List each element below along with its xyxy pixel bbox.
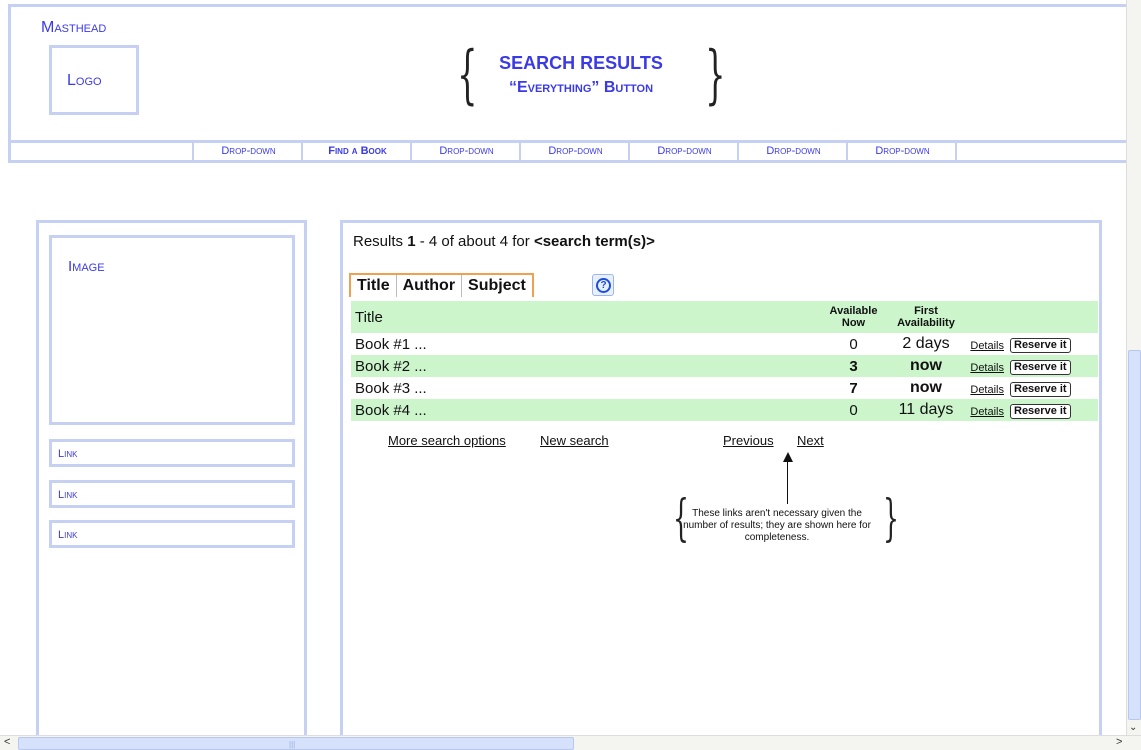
sidebar-link-label: Link: [58, 448, 78, 460]
header-available-line1: Available: [829, 305, 878, 317]
results-prefix: Results: [353, 233, 408, 250]
annotation-arrow-line: [787, 458, 788, 504]
results-panel: Results 1 - 4 of about 4 for <search ter…: [340, 220, 1102, 740]
tab-title[interactable]: Title: [351, 275, 397, 297]
nav-item-dropdown-6[interactable]: Drop-down: [850, 143, 957, 160]
results-table: Title Available Now First Availability B…: [351, 301, 1098, 421]
nav-spacer: [11, 143, 194, 160]
vertical-scrollbar[interactable]: ⌄: [1126, 0, 1141, 735]
nav-item-dropdown-2[interactable]: Drop-down: [414, 143, 521, 160]
arrow-down-icon[interactable]: ⌄: [1129, 722, 1137, 733]
grip-icon: |||: [289, 740, 296, 749]
sidebar: Image Link Link Link: [36, 220, 307, 740]
results-start: 1: [407, 233, 416, 250]
available-count: 0: [849, 401, 858, 419]
row-title[interactable]: Book #2 ...: [351, 355, 816, 377]
table-row: Book #4 ... 0 11 days Details Reserve it: [351, 399, 1098, 421]
everything-button-label: “Everything” Button: [508, 79, 654, 96]
first-availability: now: [910, 357, 942, 374]
help-icon[interactable]: ?: [592, 274, 614, 296]
reserve-button[interactable]: Reserve it: [1010, 404, 1071, 419]
masthead-label: Masthead: [41, 19, 107, 36]
table-row: Book #1 ... 0 2 days Details Reserve it: [351, 333, 1098, 355]
arrow-up-icon: [783, 452, 793, 462]
row-title[interactable]: Book #3 ...: [351, 377, 816, 399]
nav-bar: Drop-down Find a Book Drop-down Drop-dow…: [8, 140, 1141, 163]
table-row: Book #3 ... 7 now Details Reserve it: [351, 377, 1098, 399]
table-header: Title Available Now First Availability: [351, 301, 1098, 333]
logo[interactable]: Logo: [49, 45, 139, 115]
first-availability: 11 days: [898, 401, 954, 418]
nav-item-dropdown-1[interactable]: Drop-down: [196, 143, 303, 160]
row-first: 11 days: [891, 399, 961, 421]
results-range: - 4 of about 4 for: [415, 233, 534, 250]
results-summary: Results 1 - 4 of about 4 for <search ter…: [353, 233, 655, 250]
header-first-availability: First Availability: [891, 301, 961, 333]
nav-item-find-a-book[interactable]: Find a Book: [305, 143, 412, 160]
first-availability: now: [910, 379, 942, 396]
vertical-scroll-thumb[interactable]: [1128, 350, 1141, 720]
right-brace: }: [705, 38, 726, 112]
row-available: 3: [816, 355, 891, 377]
sidebar-link-label: Link: [58, 489, 78, 501]
logo-label: Logo: [67, 72, 102, 89]
row-available: 0: [816, 399, 891, 421]
details-link[interactable]: Details: [970, 340, 1004, 352]
header-available-line2: Now: [841, 317, 866, 329]
right-brace: }: [882, 489, 899, 547]
nav-item-dropdown-4[interactable]: Drop-down: [632, 143, 739, 160]
row-available: 7: [816, 377, 891, 399]
available-count: 3: [849, 357, 858, 375]
new-search-link[interactable]: New search: [540, 433, 609, 448]
masthead: Masthead Logo { SEARCH RESULTS “Everythi…: [8, 4, 1141, 140]
header-available: Available Now: [816, 301, 891, 333]
arrow-left-icon[interactable]: <: [4, 736, 10, 748]
details-link[interactable]: Details: [970, 362, 1004, 374]
sidebar-link-1[interactable]: Link: [49, 439, 295, 467]
row-title[interactable]: Book #1 ...: [351, 333, 816, 355]
arrow-right-icon[interactable]: >: [1116, 736, 1122, 748]
header-first-line1: First: [914, 305, 938, 317]
image-label: Image: [68, 258, 105, 275]
row-first: now: [891, 355, 961, 377]
search-results-area[interactable]: { SEARCH RESULTS “Everything” Button }: [457, 43, 725, 115]
nav-item-dropdown-5[interactable]: Drop-down: [741, 143, 848, 160]
tab-author[interactable]: Author: [397, 275, 463, 297]
next-link[interactable]: Next: [797, 433, 824, 448]
details-link[interactable]: Details: [970, 384, 1004, 396]
horizontal-scroll-thumb[interactable]: |||: [18, 737, 574, 750]
reserve-button[interactable]: Reserve it: [1010, 338, 1071, 353]
horizontal-scrollbar[interactable]: < ||| >: [0, 735, 1141, 750]
previous-link[interactable]: Previous: [723, 433, 774, 448]
nav-item-dropdown-3[interactable]: Drop-down: [523, 143, 630, 160]
available-count: 0: [849, 335, 858, 353]
page: Masthead Logo { SEARCH RESULTS “Everythi…: [0, 0, 1141, 750]
row-first: now: [891, 377, 961, 399]
header-title: Title: [351, 301, 816, 333]
tab-subject[interactable]: Subject: [462, 275, 532, 297]
row-available: 0: [816, 333, 891, 355]
first-availability: 2 days: [902, 335, 950, 352]
reserve-button[interactable]: Reserve it: [1010, 360, 1071, 375]
available-count: 7: [849, 379, 858, 397]
search-tabs: Title Author Subject: [349, 273, 534, 297]
sidebar-link-2[interactable]: Link: [49, 480, 295, 508]
table-row: Book #2 ... 3 now Details Reserve it: [351, 355, 1098, 377]
search-term: <search term(s)>: [533, 233, 655, 250]
row-first: 2 days: [891, 333, 961, 355]
search-results-title: SEARCH RESULTS: [499, 53, 663, 73]
row-title[interactable]: Book #4 ...: [351, 399, 816, 421]
details-link[interactable]: Details: [970, 406, 1004, 418]
annotation-note: These links aren't necessary given the n…: [683, 508, 871, 543]
more-search-options-link[interactable]: More search options: [388, 433, 506, 448]
reserve-button[interactable]: Reserve it: [1010, 382, 1071, 397]
header-first-line2: Availability: [897, 317, 955, 329]
sidebar-link-label: Link: [58, 529, 78, 541]
image-placeholder: Image: [49, 235, 295, 425]
sidebar-link-3[interactable]: Link: [49, 520, 295, 548]
